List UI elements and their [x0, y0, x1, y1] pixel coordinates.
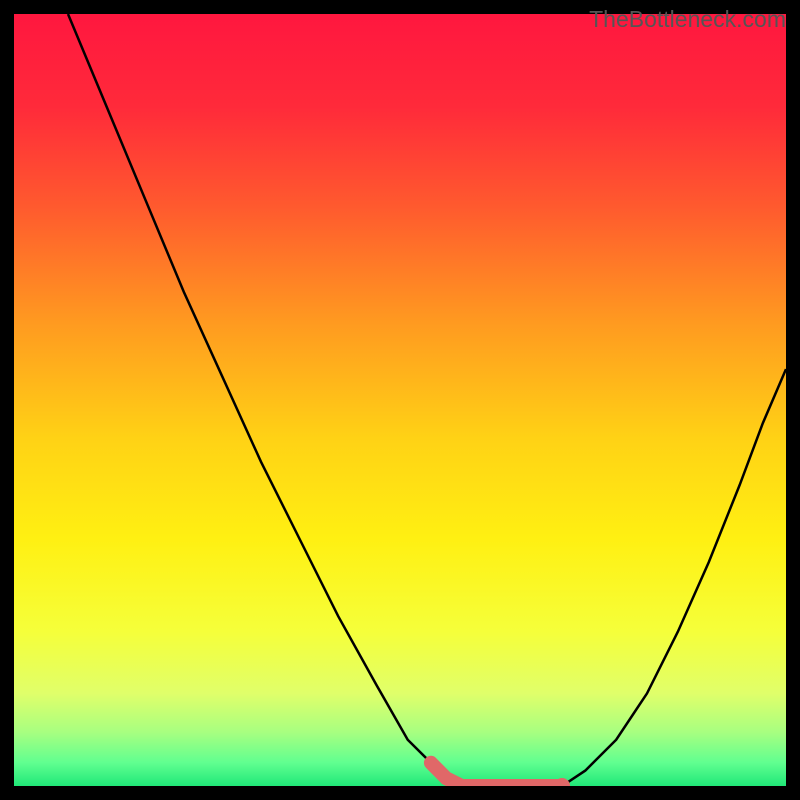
left-curve: [68, 14, 462, 786]
plot-area: [14, 14, 786, 786]
watermark-text: TheBottleneck.com: [589, 6, 786, 33]
right-curve: [562, 369, 786, 786]
chart-container: TheBottleneck.com: [0, 0, 800, 800]
valley-highlight: [431, 763, 562, 786]
chart-curves: [14, 14, 786, 786]
